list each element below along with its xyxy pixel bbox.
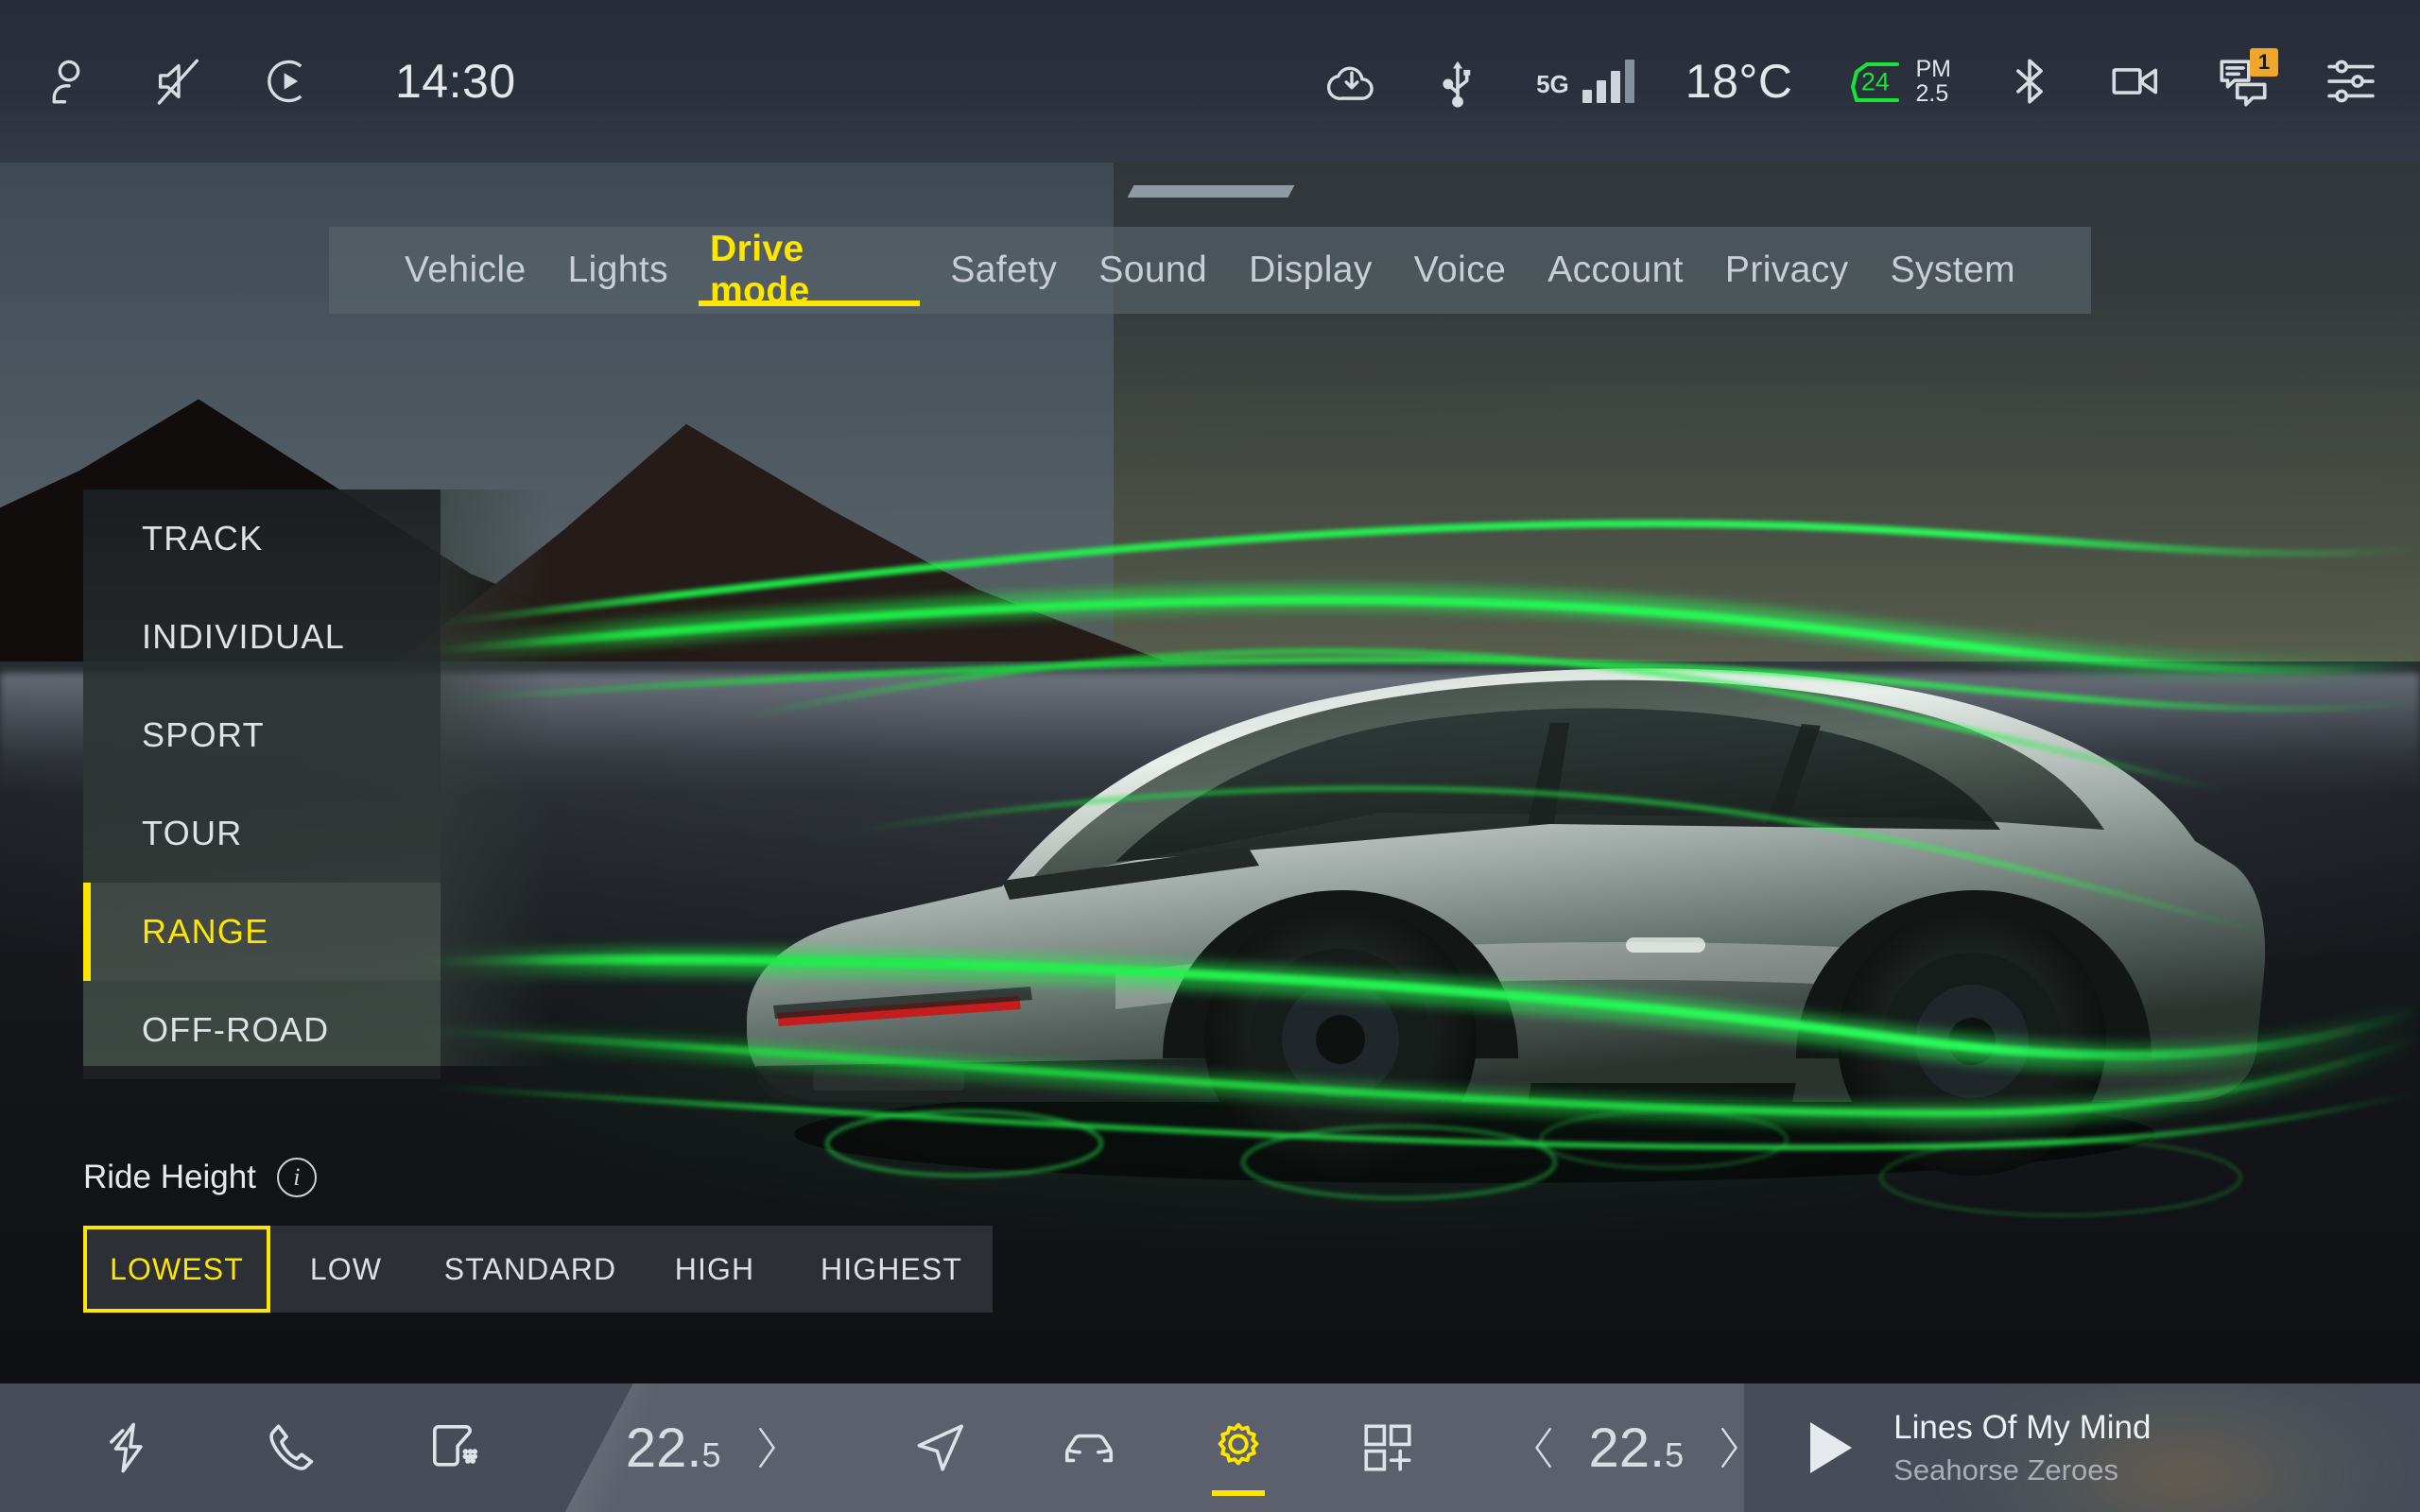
passenger-temp-whole: 22.	[1589, 1418, 1666, 1479]
driver-temp-whole: 22.	[626, 1418, 702, 1479]
clock: 14:30	[395, 54, 516, 109]
tab-sound[interactable]: Sound	[1078, 227, 1228, 314]
play-circle-icon[interactable]	[261, 54, 316, 109]
drive-mode-track[interactable]: TRACK	[83, 490, 441, 588]
sliders-icon[interactable]	[2324, 54, 2378, 109]
status-bar-right: 5G 18°C 24 PM 2.5	[1324, 54, 2378, 109]
car-front-icon[interactable]	[1060, 1418, 1118, 1477]
driver-temp-fraction: 5	[701, 1435, 720, 1474]
tab-drive-mode[interactable]: Drive mode	[689, 227, 929, 314]
ride-height-header: Ride Height i	[83, 1158, 993, 1197]
drive-mode-range[interactable]: RANGE	[83, 883, 441, 981]
tab-voice[interactable]: Voice	[1393, 227, 1527, 314]
ride-height-segmented-control: LOWEST LOW STANDARD HIGH HIGHEST	[83, 1226, 993, 1313]
signal-bars-icon	[1582, 60, 1634, 103]
bottom-dock-right: Lines Of My Mind Seahorse Zeroes	[1744, 1383, 2420, 1512]
tab-safety[interactable]: Safety	[929, 227, 1078, 314]
info-icon[interactable]: i	[277, 1158, 317, 1197]
pm-label: PM 2.5	[1916, 57, 1952, 107]
bottom-dock-center: 22.5	[565, 1383, 1744, 1512]
settings-tab-bar: Vehicle Lights Drive mode Safety Sound D…	[329, 227, 2091, 314]
tab-account[interactable]: Account	[1527, 227, 1704, 314]
message-count-badge: 1	[2250, 48, 2278, 77]
driver-temperature-value: 22.5	[626, 1417, 721, 1480]
chevron-right-icon[interactable]	[750, 1422, 782, 1473]
network-type-label: 5G	[1536, 70, 1569, 99]
passenger-temperature-value: 22.5	[1589, 1417, 1685, 1480]
ride-height-option-standard[interactable]: STANDARD	[422, 1226, 639, 1313]
apps-grid-add-icon[interactable]	[1358, 1418, 1417, 1477]
panel-drag-handle[interactable]	[1128, 185, 1295, 198]
profile-icon[interactable]	[42, 54, 96, 109]
dashcam-icon[interactable]	[2108, 54, 2163, 109]
cloud-download-icon[interactable]	[1324, 54, 1379, 109]
air-quality-indicator: 24 PM 2.5	[1844, 57, 1952, 107]
chevron-left-icon[interactable]	[565, 1422, 597, 1473]
drive-mode-tour[interactable]: TOUR	[83, 784, 441, 883]
drive-mode-sport[interactable]: SPORT	[83, 686, 441, 784]
bottom-dock: 22.5	[0, 1383, 2420, 1512]
driver-temperature-stepper: 22.5	[565, 1417, 782, 1480]
drive-mode-list: TRACK INDIVIDUAL SPORT TOUR RANGE OFF-RO…	[83, 490, 441, 1066]
status-bar-left: 14:30	[42, 54, 516, 109]
media-widget[interactable]: Lines Of My Mind Seahorse Zeroes	[1744, 1409, 2151, 1487]
cabin-air-icon: 24	[1844, 59, 1903, 104]
media-text: Lines Of My Mind Seahorse Zeroes	[1893, 1409, 2151, 1487]
usb-icon	[1430, 54, 1485, 109]
drive-mode-individual[interactable]: INDIVIDUAL	[83, 588, 441, 686]
passenger-temp-fraction: 5	[1665, 1435, 1684, 1474]
tab-privacy[interactable]: Privacy	[1704, 227, 1870, 314]
pm-label-line1: PM	[1916, 57, 1952, 82]
chevron-right-icon[interactable]	[1712, 1422, 1744, 1473]
cellular-signal: 5G	[1536, 60, 1634, 103]
bluetooth-icon[interactable]	[2002, 54, 2057, 109]
status-bar: 14:30 5G 18°C	[0, 0, 2420, 163]
mute-icon[interactable]	[151, 54, 206, 109]
gear-icon[interactable]	[1209, 1418, 1268, 1477]
phone-icon[interactable]	[263, 1418, 321, 1477]
media-artist: Seahorse Zeroes	[1893, 1453, 2151, 1487]
infotainment-screen: 14:30 5G 18°C	[0, 0, 2420, 1512]
ride-height-section: Ride Height i LOWEST LOW STANDARD HIGH H…	[83, 1158, 993, 1313]
ride-height-option-highest[interactable]: HIGHEST	[790, 1226, 993, 1313]
seat-heater-icon[interactable]	[425, 1418, 484, 1477]
drive-mode-off-road[interactable]: OFF-ROAD	[83, 981, 441, 1079]
navigation-arrow-icon[interactable]	[910, 1418, 969, 1477]
ride-height-option-high[interactable]: HIGH	[639, 1226, 790, 1313]
tab-lights[interactable]: Lights	[547, 227, 689, 314]
chevron-left-icon[interactable]	[1529, 1422, 1561, 1473]
ride-height-label: Ride Height	[83, 1159, 256, 1196]
bottom-dock-left	[0, 1418, 565, 1477]
aqi-value: 24	[1861, 68, 1890, 97]
vehicle-render	[718, 529, 2269, 1210]
pm-label-line2: 2.5	[1916, 81, 1952, 107]
play-icon[interactable]	[1810, 1422, 1852, 1473]
outside-temperature: 18°C	[1685, 54, 1793, 109]
tab-system[interactable]: System	[1870, 227, 2036, 314]
tab-display[interactable]: Display	[1228, 227, 1393, 314]
ride-height-option-low[interactable]: LOW	[270, 1226, 422, 1313]
settings-button[interactable]	[1209, 1418, 1268, 1477]
message-icon[interactable]: 1	[2214, 54, 2273, 109]
media-title: Lines Of My Mind	[1893, 1409, 2151, 1447]
charging-bolt-icon[interactable]	[100, 1418, 159, 1477]
settings-active-indicator	[1212, 1490, 1265, 1496]
tab-vehicle[interactable]: Vehicle	[384, 227, 547, 314]
ride-height-option-lowest[interactable]: LOWEST	[83, 1226, 270, 1313]
passenger-temperature-stepper: 22.5	[1529, 1417, 1745, 1480]
